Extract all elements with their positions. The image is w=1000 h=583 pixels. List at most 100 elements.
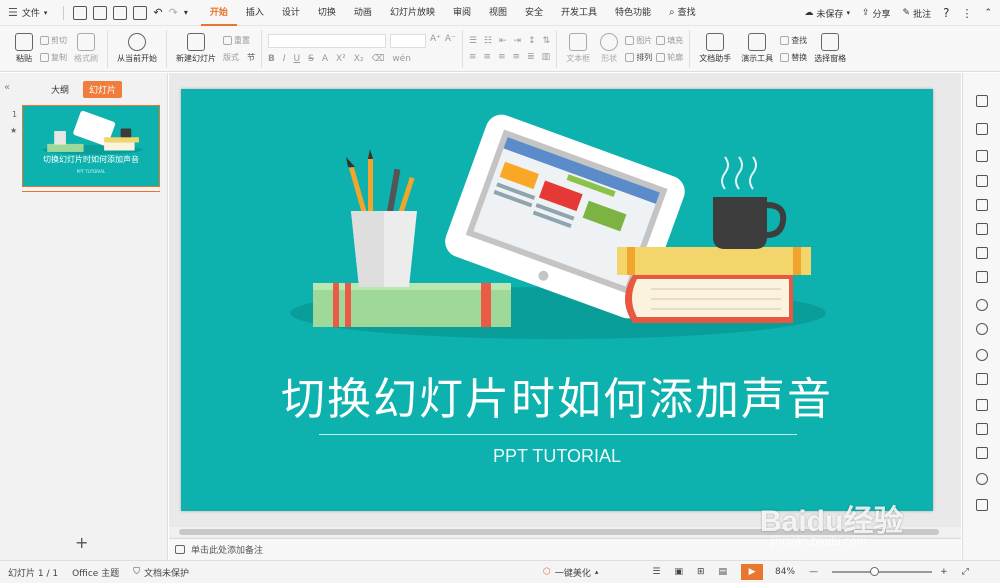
current-slide[interactable]: 切换幻灯片时如何添加声音 PPT TUTORIAL [181,89,933,511]
print-icon[interactable] [113,5,128,20]
from-current-button[interactable]: 从当前开始 [114,33,160,64]
align-left-icon[interactable]: ≡ [469,52,477,62]
distribute-icon[interactable]: ≣ [527,52,535,62]
shrink-font-icon[interactable]: A⁻ [445,34,456,48]
bullet-list-icon[interactable]: ☰ [469,36,477,46]
tab-special[interactable]: 特色功能 [606,0,660,26]
search-button[interactable]: ⌕ 查找 [660,0,705,26]
reading-view-icon[interactable]: ▤ [719,567,728,577]
play-slideshow-button[interactable]: ▶ [741,564,764,580]
columns-icon[interactable]: ▥ [542,52,551,62]
decrease-indent-icon[interactable]: ⇤ [499,36,507,46]
file-menu[interactable]: ☰ 文件 ▾ [8,6,47,19]
tab-slides[interactable]: 幻灯片 [83,81,123,98]
target-icon[interactable] [976,299,988,311]
text-direction-icon[interactable]: ⇅ [543,36,551,46]
normal-view-icon[interactable]: ▣ [674,567,683,577]
location-icon[interactable] [976,473,988,485]
grow-font-icon[interactable]: A⁺ [430,34,441,48]
select-pane-button[interactable]: 选择窗格 [811,33,849,64]
unsaved-button[interactable]: ☁ 未保存 ▾ [804,7,850,20]
collapse-panel-icon[interactable]: « [4,82,10,93]
export-pdf-icon[interactable] [93,5,108,20]
section-button[interactable]: 节 [247,52,255,63]
slide-subtitle[interactable]: PPT TUTORIAL [181,446,933,467]
undo-icon[interactable]: ↶ [153,6,162,19]
translate-icon[interactable] [976,399,988,411]
cube-icon[interactable] [976,499,988,511]
paste-button[interactable]: 粘贴 [12,33,36,64]
font-color-icon[interactable]: A [322,54,328,64]
align-right-icon[interactable]: ≡ [498,52,506,62]
tab-review[interactable]: 审阅 [444,0,480,26]
customize-quick-access-icon[interactable]: ▾ [184,8,188,17]
save-icon[interactable] [73,5,88,20]
beautify-button[interactable]: ⬡ 一键美化 ▴ [543,566,598,579]
copy-icon[interactable] [976,123,988,135]
format-painter-button[interactable]: 格式刷 [71,33,101,64]
underline-icon[interactable]: U [294,54,301,64]
doc-assistant-button[interactable]: 文档助手 [696,33,734,64]
tab-outline[interactable]: 大纲 [45,81,75,98]
increase-indent-icon[interactable]: ⇥ [514,36,522,46]
share-button[interactable]: ⇪ 分享 [862,7,891,20]
help-circle-icon[interactable] [976,349,988,361]
shape-icon[interactable] [976,150,988,162]
arrange-button[interactable]: 排列 [625,52,652,63]
zoom-slider[interactable] [832,567,933,576]
archive-icon[interactable] [976,247,988,259]
slide-title[interactable]: 切换幻灯片时如何添加声音 [181,363,933,427]
theme-name[interactable]: Office 主题 [72,566,119,579]
tab-developer[interactable]: 开发工具 [552,0,606,26]
align-center-icon[interactable]: ≡ [483,52,491,62]
tab-view[interactable]: 视图 [480,0,516,26]
copy-button[interactable]: 复制 [40,52,67,63]
zoom-out-icon[interactable]: — [809,567,818,577]
italic-icon[interactable]: I [283,54,286,64]
tab-transitions[interactable]: 切换 [309,0,345,26]
chart-icon[interactable] [976,423,988,435]
cut-button[interactable]: 剪切 [40,35,67,46]
link-icon[interactable] [976,271,988,283]
numbered-list-icon[interactable]: ☷ [484,36,492,46]
zoom-level[interactable]: 84% [775,567,795,577]
find-button[interactable]: 查找 [780,35,807,46]
justify-icon[interactable]: ≡ [512,52,520,62]
zoom-in-icon[interactable]: + [940,567,948,577]
tab-insert[interactable]: 插入 [237,0,273,26]
help-button[interactable]: ? [943,6,949,20]
subscript-icon[interactable]: X₂ [354,54,364,64]
history-icon[interactable] [976,323,988,335]
tab-security[interactable]: 安全 [516,0,552,26]
fill-button[interactable]: 填充 [656,35,683,46]
image-icon[interactable] [976,199,988,211]
notes-toggle-icon[interactable]: ☰ [652,567,660,577]
more-icon[interactable]: ⋮ [961,7,972,20]
settings-sliders-icon[interactable] [976,373,988,385]
tab-animations[interactable]: 动画 [345,0,381,26]
redo-icon[interactable]: ↷ [169,6,178,19]
strikethrough-icon[interactable]: S [308,54,314,64]
tab-home[interactable]: 开始 [200,0,237,26]
style-icon[interactable] [976,95,988,107]
tab-design[interactable]: 设计 [273,0,309,26]
layout-button[interactable]: 版式 [223,52,239,63]
font-family-select[interactable] [268,33,386,48]
export-icon[interactable] [976,223,988,235]
comment-button[interactable]: ✎ 批注 [903,7,932,20]
new-slide-button[interactable]: 新建幻灯片 [173,33,219,64]
sorter-view-icon[interactable]: ⊞ [697,567,705,577]
line-spacing-icon[interactable]: ↕ [528,36,536,46]
replace-button[interactable]: 替换 [780,52,807,63]
fit-window-icon[interactable]: ⤢ [962,567,969,577]
shape-button[interactable]: 形状 [597,33,621,64]
tab-slideshow[interactable]: 幻灯片放映 [381,0,444,26]
phonetic-icon[interactable]: wén [392,54,411,64]
outline-button[interactable]: 轮廓 [656,52,683,63]
protection-status[interactable]: ⛉ 文档未保护 [133,566,189,579]
superscript-icon[interactable]: X² [336,54,346,64]
slide-thumbnail[interactable]: 切换幻灯片时如何添加声音 PPT TUTORIAL [22,105,160,187]
clear-format-icon[interactable]: ⌫ [372,54,385,64]
collapse-ribbon-icon[interactable]: ⌃ [984,8,992,18]
reset-button[interactable]: 重置 [223,35,255,46]
